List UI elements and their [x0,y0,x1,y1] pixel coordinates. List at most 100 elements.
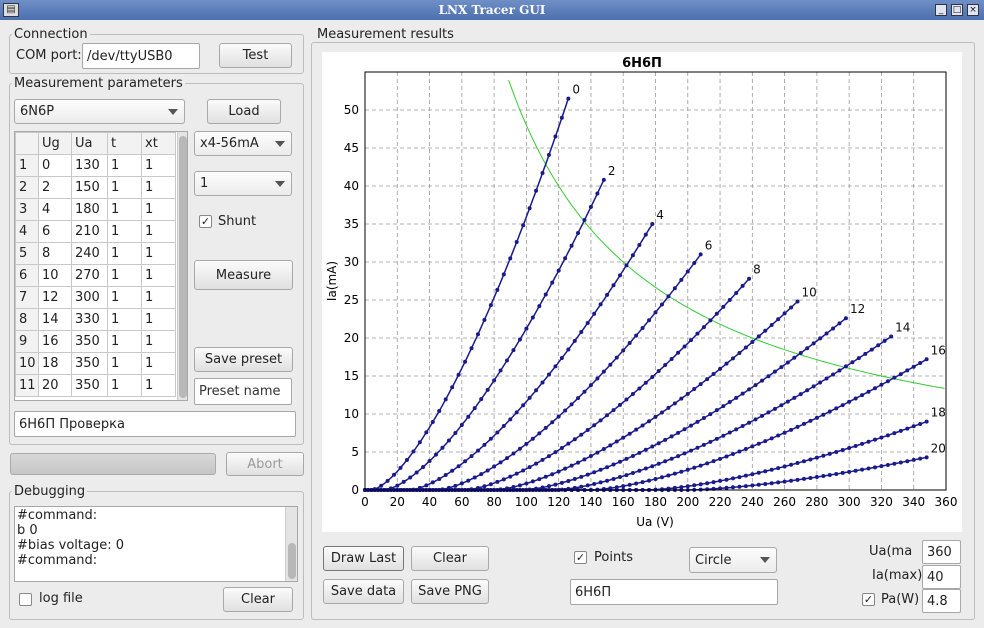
cell-ug[interactable]: 14 [38,308,72,331]
cell-ug[interactable]: 2 [38,176,72,199]
column-header-xt[interactable]: xt [141,132,176,155]
cell-t[interactable]: 1 [107,374,142,397]
tube-icon[interactable]: ▤ [3,3,19,17]
cell-xt[interactable]: 1 [141,220,176,243]
chart-title-input[interactable]: 6Н6П [570,579,778,605]
cell-t[interactable]: 1 [107,286,142,309]
row-number[interactable]: 10 [15,352,39,375]
row-number[interactable]: 9 [15,330,39,353]
cell-t[interactable]: 1 [107,352,142,375]
save-data-button[interactable]: Save data [323,579,404,604]
cell-ua[interactable]: 350 [71,374,108,397]
description-input[interactable]: 6Н6П Проверка [14,411,296,437]
table-scroll-thumb[interactable] [179,136,187,398]
cell-xt[interactable]: 1 [141,286,176,309]
points-checkbox[interactable]: ✓ [574,551,587,564]
table-row[interactable]: 7 12 300 1 1 [15,286,176,309]
com-port-input[interactable]: /dev/ttyUSB0 [82,43,200,69]
cell-ug[interactable]: 6 [38,220,72,243]
table-row[interactable]: 8 14 330 1 1 [15,308,176,331]
cell-xt[interactable]: 1 [141,198,176,221]
pa-checkbox[interactable]: ✓ [862,593,875,606]
ua-max-input[interactable]: 360 [922,540,961,564]
cell-ug[interactable]: 20 [38,374,72,397]
table-scrollbar[interactable] [177,132,187,400]
cell-ug[interactable]: 12 [38,286,72,309]
cell-ua[interactable]: 350 [71,330,108,353]
cell-xt[interactable]: 1 [141,242,176,265]
table-row[interactable]: 4 6 210 1 1 [15,220,176,243]
tube-select[interactable]: 6N6P [14,99,185,124]
table-row[interactable]: 10 18 350 1 1 [15,352,176,375]
cell-ug[interactable]: 8 [38,242,72,265]
ia-max-input[interactable]: 40 [922,565,961,589]
cell-ua[interactable]: 130 [71,154,108,177]
cell-xt[interactable]: 1 [141,330,176,353]
cell-ug[interactable]: 10 [38,264,72,287]
preset-table[interactable]: Ug Ua t xt 1 0 130 1 1 2 2 150 1 1 3 4 180 1 1 4 6 210 1 1 5… [15,132,176,397]
table-row[interactable]: 1 0 130 1 1 [15,154,176,177]
table-row[interactable]: 9 16 350 1 1 [15,330,176,353]
cell-t[interactable]: 1 [107,308,142,331]
cell-ua[interactable]: 300 [71,286,108,309]
cell-ua[interactable]: 210 [71,220,108,243]
load-button[interactable]: Load [207,99,281,124]
cell-ua[interactable]: 180 [71,198,108,221]
row-number[interactable]: 4 [15,220,39,243]
cell-ug[interactable]: 18 [38,352,72,375]
test-button[interactable]: Test [219,43,292,68]
cell-t[interactable]: 1 [107,220,142,243]
cell-ua[interactable]: 150 [71,176,108,199]
cell-t[interactable]: 1 [107,198,142,221]
save-preset-button[interactable]: Save preset [194,347,293,372]
debug-scrollbar[interactable] [285,507,297,581]
cell-t[interactable]: 1 [107,154,142,177]
cell-t[interactable]: 1 [107,330,142,353]
cell-ug[interactable]: 0 [38,154,72,177]
measure-button[interactable]: Measure [194,260,293,290]
row-number[interactable]: 7 [15,286,39,309]
pa-input[interactable]: 4.8 [922,589,961,613]
row-number[interactable]: 3 [15,198,39,221]
cell-ug[interactable]: 16 [38,330,72,353]
row-number[interactable]: 6 [15,264,39,287]
avg-select[interactable]: 1 [194,171,292,196]
range-select[interactable]: x4-56mA [194,131,292,156]
row-number[interactable]: 1 [15,154,39,177]
save-png-button[interactable]: Save PNG [411,579,489,604]
cell-ua[interactable]: 350 [71,352,108,375]
cell-ua[interactable]: 330 [71,308,108,331]
row-number[interactable]: 5 [15,242,39,265]
cell-ua[interactable]: 270 [71,264,108,287]
debug-scroll-thumb[interactable] [288,543,296,579]
cell-xt[interactable]: 1 [141,154,176,177]
cell-t[interactable]: 1 [107,264,142,287]
table-row[interactable]: 5 8 240 1 1 [15,242,176,265]
row-number[interactable]: 11 [15,374,39,397]
shunt-checkbox[interactable]: ✓ [199,215,212,228]
marker-select[interactable]: Circle [689,547,777,573]
close-icon[interactable]: × [967,4,979,16]
results-clear-button[interactable]: Clear [411,546,489,571]
preset-name-input[interactable]: Preset name [194,378,292,405]
cell-xt[interactable]: 1 [141,176,176,199]
log-file-checkbox[interactable] [19,593,32,606]
column-header-ua[interactable]: Ua [71,132,108,155]
cell-t[interactable]: 1 [107,242,142,265]
cell-xt[interactable]: 1 [141,308,176,331]
characteristic-chart[interactable]: 02468101214161820 0 20 40 60 80 100 120 140 160 1… [322,52,962,532]
debug-log[interactable]: #command: b 0 #bias voltage: 0 #command: [14,506,298,582]
cell-ug[interactable]: 4 [38,198,72,221]
cell-xt[interactable]: 1 [141,374,176,397]
row-number[interactable]: 8 [15,308,39,331]
table-row[interactable]: 11 20 350 1 1 [15,374,176,397]
table-row[interactable]: 6 10 270 1 1 [15,264,176,287]
column-header-t[interactable]: t [107,132,142,155]
debug-clear-button[interactable]: Clear [223,587,293,612]
cell-xt[interactable]: 1 [141,352,176,375]
draw-last-button[interactable]: Draw Last [323,546,404,571]
cell-t[interactable]: 1 [107,176,142,199]
table-row[interactable]: 2 2 150 1 1 [15,176,176,199]
abort-button[interactable]: Abort [226,452,304,476]
minimize-icon[interactable]: _ [935,4,947,16]
